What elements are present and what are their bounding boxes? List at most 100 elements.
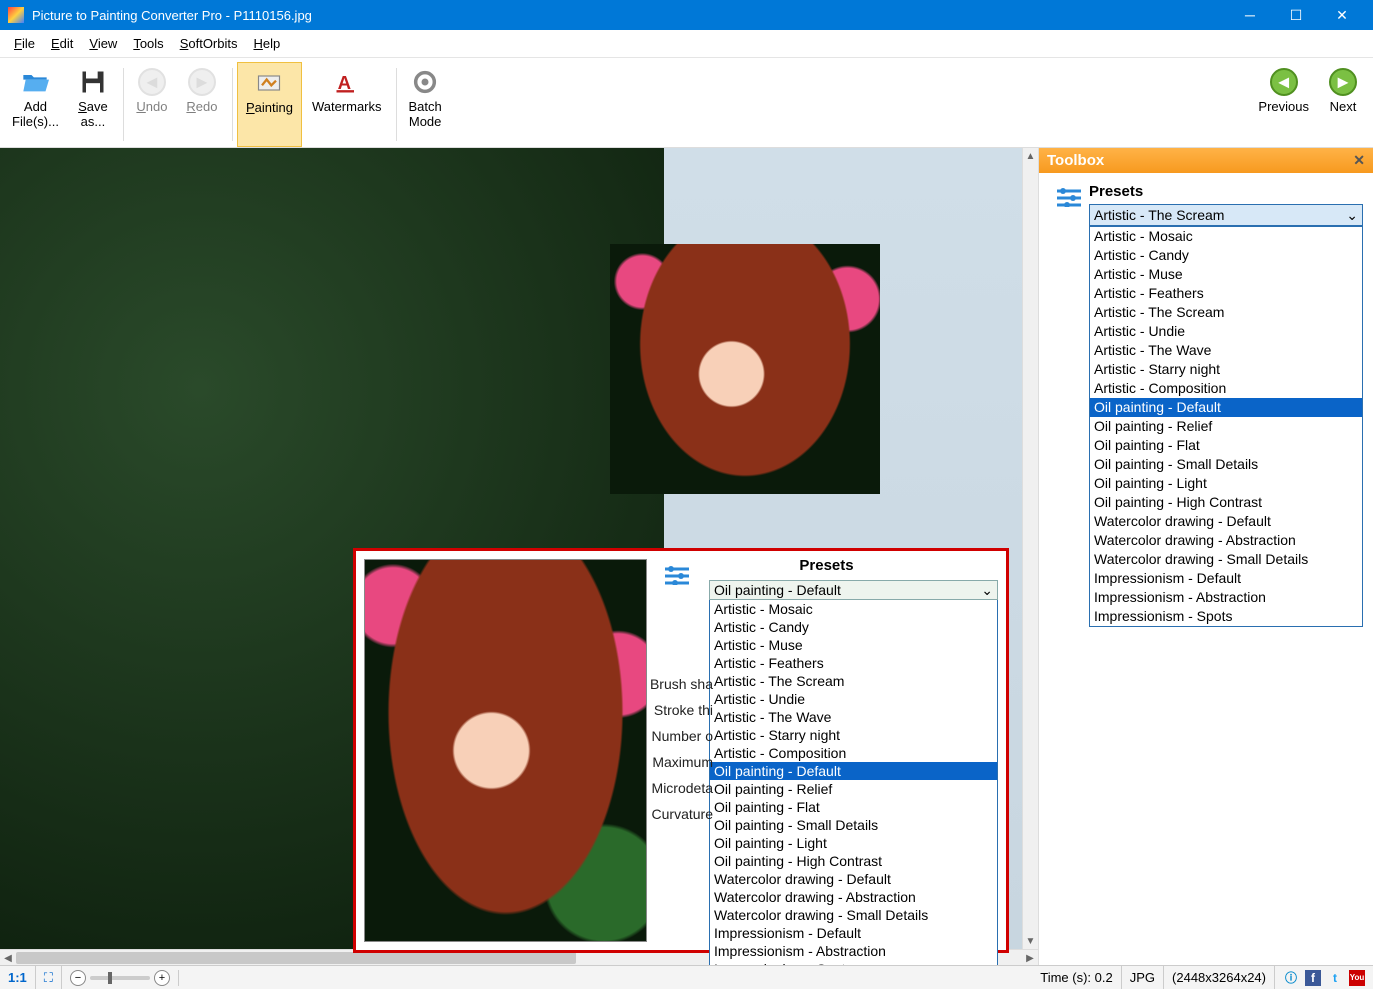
preset-option[interactable]: Artistic - The Scream — [1090, 303, 1362, 322]
info-icon[interactable]: ⓘ — [1283, 970, 1299, 986]
preset-option[interactable]: Oil painting - Default — [710, 762, 997, 780]
preset-dropdown-list[interactable]: Artistic - MosaicArtistic - CandyArtisti… — [1089, 226, 1363, 627]
portrait-overlay — [610, 244, 880, 494]
preset-option[interactable]: Impressionism - Default — [1090, 569, 1362, 588]
preset-option[interactable]: Watercolor drawing - Default — [710, 870, 997, 888]
zoom-in-button[interactable]: + — [154, 970, 170, 986]
preset-option[interactable]: Oil painting - High Contrast — [1090, 493, 1362, 512]
inset-param-labels: Brush shaStroke thiNumber oMaximumMicrod… — [601, 671, 713, 827]
preset-option[interactable]: Watercolor drawing - Abstraction — [1090, 531, 1362, 550]
batch-mode-button[interactable]: BatchMode — [401, 62, 450, 147]
inset-preset-select[interactable]: Oil painting - Default ⌄ — [709, 580, 998, 600]
menu-file[interactable]: File — [6, 32, 43, 55]
preset-option[interactable]: Watercolor drawing - Small Details — [710, 906, 997, 924]
preset-option[interactable]: Impressionism - Spots — [1090, 607, 1362, 626]
painting-button[interactable]: Painting — [237, 62, 302, 147]
param-label: Stroke thi — [601, 697, 713, 723]
zoom-track[interactable] — [90, 976, 150, 980]
preset-option[interactable]: Watercolor drawing - Small Details — [1090, 550, 1362, 569]
scroll-up-icon[interactable]: ▲ — [1023, 148, 1038, 164]
preset-select[interactable]: Artistic - The Scream ⌄ — [1089, 204, 1363, 226]
chevron-down-icon: ⌄ — [981, 582, 993, 599]
scroll-left-icon[interactable]: ◀ — [0, 950, 16, 965]
scroll-thumb[interactable] — [16, 952, 576, 964]
toolbox-panel: Toolbox ✕ Presets Artistic - The Scream … — [1038, 148, 1373, 965]
maximize-button[interactable]: ☐ — [1273, 0, 1319, 30]
inset-preset-list[interactable]: Artistic - MosaicArtistic - CandyArtisti… — [709, 600, 998, 965]
preset-option[interactable]: Impressionism - Abstraction — [1090, 588, 1362, 607]
save-icon — [79, 68, 107, 96]
preset-option[interactable]: Oil painting - Relief — [710, 780, 997, 798]
fit-screen-button[interactable]: ⛶ — [36, 966, 62, 989]
app-icon — [8, 7, 24, 23]
zoom-out-button[interactable]: − — [70, 970, 86, 986]
menu-tools[interactable]: Tools — [125, 32, 171, 55]
preset-option[interactable]: Watercolor drawing - Abstraction — [710, 888, 997, 906]
preset-option[interactable]: Artistic - Muse — [710, 636, 997, 654]
youtube-icon[interactable]: You — [1349, 970, 1365, 986]
save-label1: Save — [78, 99, 108, 114]
preset-option[interactable]: Oil painting - Default — [1090, 398, 1362, 417]
save-as-button[interactable]: Saveas... — [69, 62, 117, 147]
undo-button[interactable]: ◄ Undo — [128, 62, 176, 147]
preset-option[interactable]: Oil painting - Relief — [1090, 417, 1362, 436]
preset-option[interactable]: Impressionism - Spots — [710, 960, 997, 965]
redo-button[interactable]: ► Redo — [178, 62, 226, 147]
preset-option[interactable]: Oil painting - Small Details — [710, 816, 997, 834]
preset-option[interactable]: Artistic - Mosaic — [710, 600, 997, 618]
menu-softorbits[interactable]: SoftOrbits — [172, 32, 246, 55]
previous-button[interactable]: ◄ Previous — [1250, 62, 1317, 147]
zoom-ratio[interactable]: 1:1 — [0, 966, 36, 989]
preset-option[interactable]: Artistic - Composition — [1090, 379, 1362, 398]
preset-option[interactable]: Artistic - Candy — [1090, 246, 1362, 265]
twitter-icon[interactable]: t — [1327, 970, 1343, 986]
preset-option[interactable]: Oil painting - Light — [1090, 474, 1362, 493]
preset-option[interactable]: Artistic - Undie — [710, 690, 997, 708]
preset-option[interactable]: Watercolor drawing - Default — [1090, 512, 1362, 531]
canvas-area: ▲ ▼ ◀ ▶ Presets Oil painting - Default ⌄… — [0, 148, 1038, 965]
scroll-down-icon[interactable]: ▼ — [1023, 933, 1038, 949]
preset-option[interactable]: Artistic - The Scream — [710, 672, 997, 690]
preset-option[interactable]: Artistic - Mosaic — [1090, 227, 1362, 246]
preset-option[interactable]: Artistic - Feathers — [1090, 284, 1362, 303]
preset-option[interactable]: Impressionism - Default — [710, 924, 997, 942]
add-files-button[interactable]: AddFile(s)... — [4, 62, 67, 147]
preset-option[interactable]: Oil painting - Flat — [710, 798, 997, 816]
menu-help[interactable]: Help — [245, 32, 288, 55]
preset-option[interactable]: Impressionism - Abstraction — [710, 942, 997, 960]
preset-option[interactable]: Oil painting - High Contrast — [710, 852, 997, 870]
facebook-icon[interactable]: f — [1305, 970, 1321, 986]
preset-option[interactable]: Artistic - Composition — [710, 744, 997, 762]
batch-label1: Batch — [409, 99, 442, 114]
zoom-slider[interactable]: − + — [62, 970, 179, 986]
scroll-right-icon[interactable]: ▶ — [1022, 950, 1038, 965]
preset-option[interactable]: Artistic - Starry night — [710, 726, 997, 744]
preset-select-value: Artistic - The Scream — [1094, 207, 1224, 223]
next-button[interactable]: ► Next — [1319, 62, 1367, 147]
preset-option[interactable]: Artistic - Feathers — [710, 654, 997, 672]
preset-option[interactable]: Artistic - Muse — [1090, 265, 1362, 284]
menu-view[interactable]: View — [81, 32, 125, 55]
save-label2: as... — [81, 114, 106, 129]
minimize-button[interactable]: ─ — [1227, 0, 1273, 30]
preset-option[interactable]: Artistic - The Wave — [710, 708, 997, 726]
preset-option[interactable]: Artistic - Candy — [710, 618, 997, 636]
close-button[interactable]: ✕ — [1319, 0, 1365, 30]
preset-option[interactable]: Artistic - The Wave — [1090, 341, 1362, 360]
redo-icon: ► — [188, 68, 216, 96]
status-dimensions: (2448x3264x24) — [1164, 966, 1275, 989]
sliders-icon — [1049, 183, 1089, 207]
watermarks-button[interactable]: A Watermarks — [304, 62, 390, 147]
preset-option[interactable]: Oil painting - Flat — [1090, 436, 1362, 455]
workspace: ▲ ▼ ◀ ▶ Presets Oil painting - Default ⌄… — [0, 148, 1373, 965]
presets-header: Presets — [1089, 183, 1363, 200]
preset-option[interactable]: Artistic - Undie — [1090, 322, 1362, 341]
toolbox-close-button[interactable]: ✕ — [1353, 152, 1365, 169]
preset-option[interactable]: Oil painting - Light — [710, 834, 997, 852]
menu-edit[interactable]: Edit — [43, 32, 81, 55]
vertical-scrollbar[interactable]: ▲ ▼ — [1022, 148, 1038, 949]
folder-open-icon — [21, 68, 49, 96]
preset-option[interactable]: Artistic - Starry night — [1090, 360, 1362, 379]
zoom-thumb[interactable] — [108, 972, 112, 984]
preset-option[interactable]: Oil painting - Small Details — [1090, 455, 1362, 474]
